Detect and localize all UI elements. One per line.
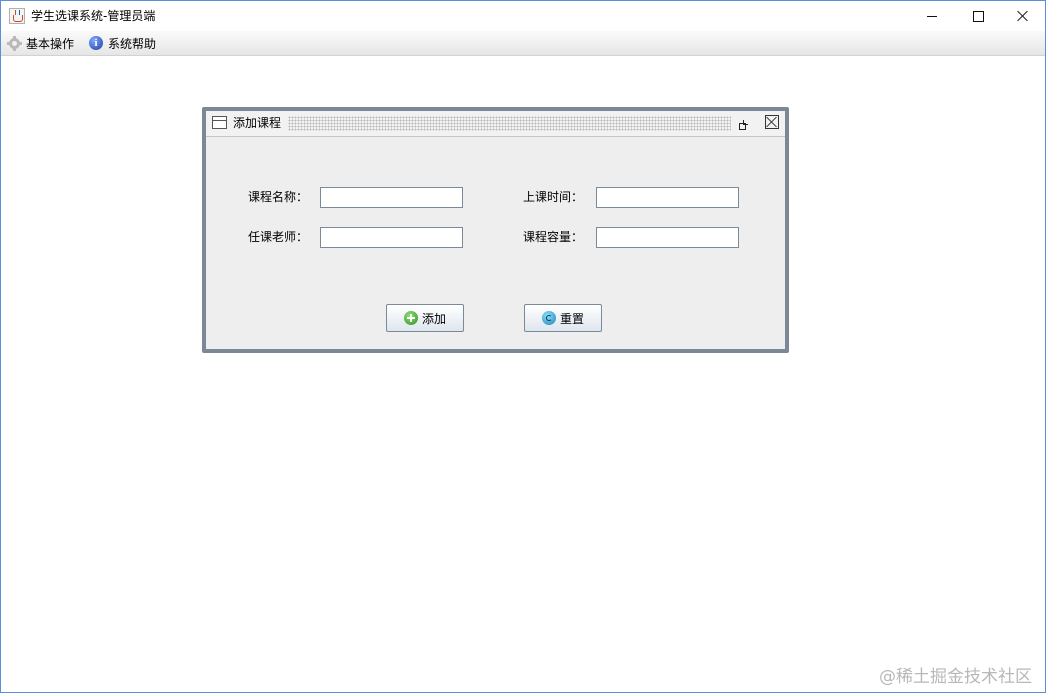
add-icon <box>403 311 418 325</box>
teacher-label: 任课老师： <box>248 230 309 244</box>
gear-icon <box>7 35 22 51</box>
frame-title: 添加课程 <box>233 116 282 130</box>
menu-label: 基本操作 <box>26 36 75 51</box>
course-name-label: 课程名称： <box>248 190 309 204</box>
menu-bar: 基本操作 i 系统帮助 <box>1 31 1045 56</box>
watermark: @稀土掘金技术社区 <box>879 667 1032 687</box>
title-bar-texture <box>288 116 731 131</box>
frame-close-icon[interactable] <box>765 115 779 129</box>
restore-icon[interactable] <box>739 117 753 130</box>
menu-basic-operations[interactable]: 基本操作 <box>7 34 74 52</box>
close-icon <box>1017 10 1029 22</box>
menu-system-help[interactable]: i 系统帮助 <box>89 34 156 52</box>
minimize-icon <box>927 15 937 17</box>
class-time-label: 上课时间： <box>523 190 584 204</box>
title-bar[interactable]: 学生选课系统-管理员端 <box>1 1 1045 31</box>
window-title: 学生选课系统-管理员端 <box>31 9 156 23</box>
reset-icon <box>541 311 556 325</box>
menu-label: 系统帮助 <box>108 36 157 51</box>
java-cup-icon <box>9 8 25 24</box>
add-course-frame: 添加课程 课程名称： 上课时间： 任课老师： 课程容量： 添加 重置 <box>202 107 789 353</box>
maximize-button[interactable] <box>955 1 1001 31</box>
main-window: 学生选课系统-管理员端 基本操作 i 系统帮助 添加课程 课程名称： 上课时间：… <box>0 0 1046 693</box>
frame-window-icon <box>212 116 227 129</box>
class-time-input[interactable] <box>596 187 739 208</box>
info-icon: i <box>89 36 103 50</box>
frame-title-bar[interactable]: 添加课程 <box>206 111 785 137</box>
capacity-label: 课程容量： <box>523 230 584 244</box>
capacity-input[interactable] <box>596 227 739 248</box>
maximize-icon <box>972 10 984 22</box>
teacher-input[interactable] <box>320 227 463 248</box>
course-name-input[interactable] <box>320 187 463 208</box>
reset-button-label: 重置 <box>559 311 584 326</box>
add-button-label: 添加 <box>421 311 446 326</box>
add-button[interactable]: 添加 <box>386 304 464 332</box>
minimize-button[interactable] <box>909 1 955 31</box>
close-button[interactable] <box>1000 1 1046 31</box>
reset-button[interactable]: 重置 <box>524 304 602 332</box>
